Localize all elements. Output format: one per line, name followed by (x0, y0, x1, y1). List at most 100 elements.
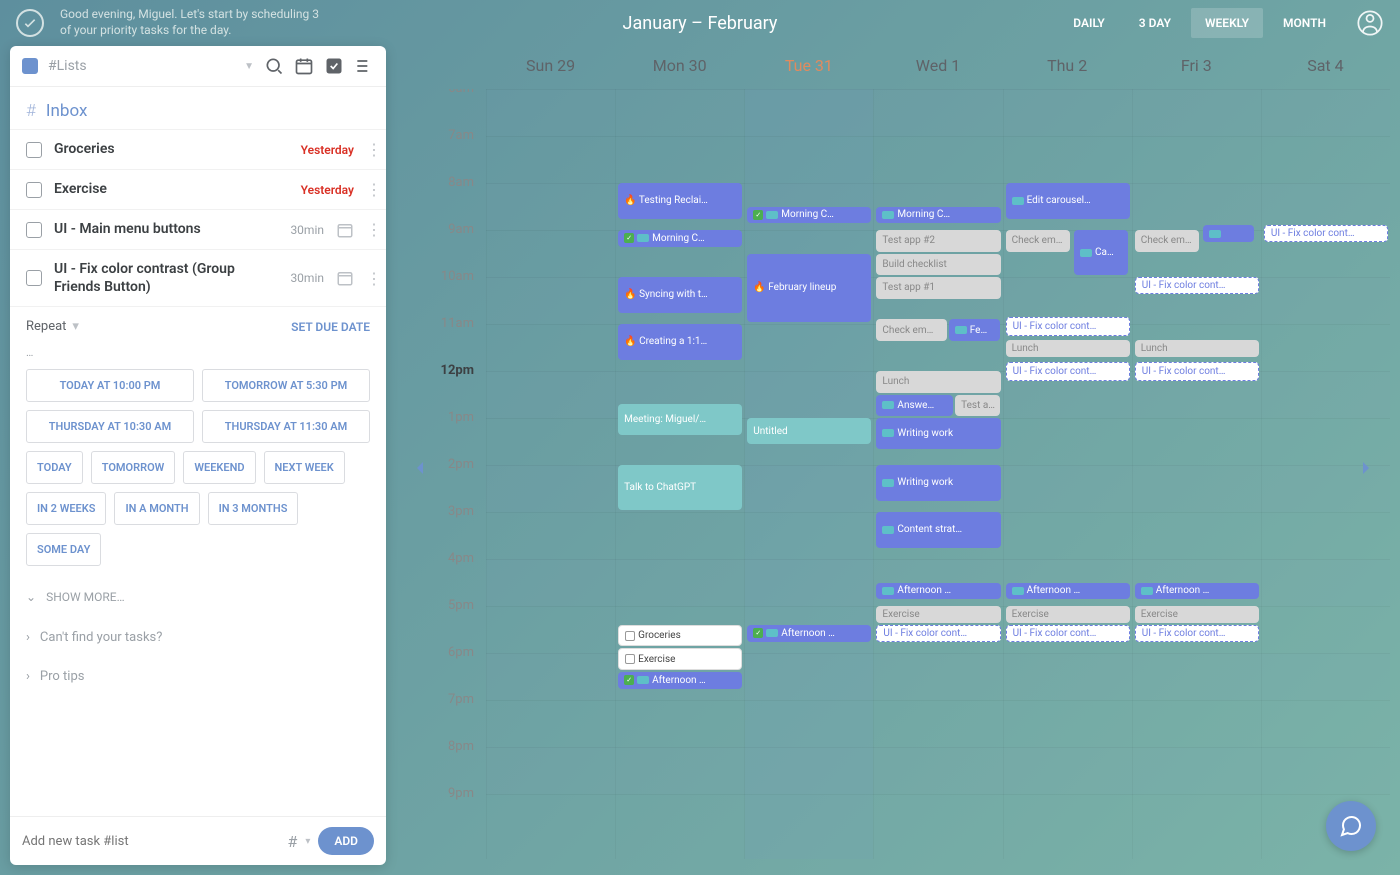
calendar-event[interactable]: 🔥 Testing Reclai… (618, 183, 742, 219)
day-column[interactable]: Edit carousel… Check em…Ca… UI - Fix color… (1003, 89, 1132, 859)
filter-icon[interactable] (354, 56, 374, 76)
hash-icon[interactable]: # (287, 832, 297, 851)
calendar-event[interactable]: Afternoon … (1006, 583, 1130, 600)
chevron-down-icon[interactable]: ▾ (72, 319, 79, 334)
chevron-down-icon[interactable]: ▾ (305, 836, 310, 847)
kebab-menu-icon[interactable]: ⋮ (366, 269, 370, 288)
calendar-event[interactable]: UI - Fix color cont… (1264, 225, 1388, 242)
calendar-event[interactable] (1203, 225, 1254, 242)
calendar-event[interactable]: UI - Fix color cont… (1006, 625, 1130, 642)
day-column[interactable] (486, 89, 615, 859)
quick-date-chip[interactable]: THURSDAY AT 10:30 AM (26, 410, 194, 443)
calendar-icon[interactable] (294, 56, 314, 76)
quick-date-chip[interactable]: TODAY AT 10:00 PM (26, 369, 194, 402)
repeat-label[interactable]: Repeat (26, 319, 66, 334)
calendar-event[interactable]: ✓Morning C… (618, 230, 742, 247)
task-checkbox[interactable] (26, 142, 42, 158)
calendar-event[interactable]: ✓Afternoon … (747, 625, 871, 642)
calendar-event[interactable]: Ca… (1074, 230, 1128, 275)
calendar-event[interactable]: Exercise (618, 648, 742, 670)
day-column[interactable]: Check em… UI - Fix color cont… Lunch UI - F… (1132, 89, 1261, 859)
show-more-button[interactable]: ⌄ SHOW MORE… (10, 576, 386, 618)
calendar-event[interactable]: Lunch (876, 371, 1000, 393)
calendar-event[interactable]: Writing work (876, 465, 1000, 501)
calendar-event[interactable]: Morning C… (876, 207, 1000, 224)
calendar-event[interactable]: Build checklist (876, 254, 1000, 276)
quick-date-chip[interactable]: IN 3 MONTHS (208, 492, 299, 525)
calendar-event[interactable]: Lunch (1006, 340, 1130, 357)
calendar-event[interactable]: Content strat… (876, 512, 1000, 548)
calendar-event[interactable]: Edit carousel… (1006, 183, 1130, 219)
day-column[interactable]: 🔥 Testing Reclai… ✓Morning C… 🔥 Syncing wi… (615, 89, 744, 859)
calendar-icon[interactable] (336, 269, 354, 287)
calendar-event[interactable]: UI - Fix color cont… (876, 625, 1000, 642)
task-checkbox[interactable] (26, 270, 42, 286)
quick-date-chip[interactable]: NEXT WEEK (264, 451, 345, 484)
calendar-event[interactable]: Answe… (876, 395, 953, 417)
chat-button[interactable] (1326, 801, 1376, 851)
dropdown-icon[interactable]: ▼ (244, 61, 254, 72)
next-week-button[interactable] (1354, 456, 1378, 480)
quick-date-chip[interactable]: IN A MONTH (114, 492, 199, 525)
calendar-event[interactable]: Check em… (876, 319, 946, 341)
calendar-event[interactable]: UI - Fix color cont… (1006, 317, 1130, 336)
quick-date-chip[interactable]: IN 2 WEEKS (26, 492, 106, 525)
quick-date-chip[interactable]: SOME DAY (26, 533, 101, 566)
view-3day-button[interactable]: 3 DAY (1125, 8, 1185, 38)
calendar-event[interactable]: UI - Fix color cont… (1135, 625, 1259, 642)
app-logo[interactable] (16, 9, 44, 37)
calendar-event[interactable]: UI - Fix color cont… (1006, 362, 1130, 381)
kebab-menu-icon[interactable]: ⋮ (366, 180, 370, 199)
task-item[interactable]: Exercise Yesterday ⋮ (10, 169, 386, 209)
task-checkbox[interactable] (26, 182, 42, 198)
help-item[interactable]: ›Can't find your tasks? (10, 618, 386, 657)
calendar-event[interactable]: ✓Morning C… (747, 207, 871, 224)
task-item[interactable]: UI - Fix color contrast (Group Friends B… (10, 249, 386, 307)
view-month-button[interactable]: MONTH (1269, 8, 1340, 38)
calendar-icon[interactable] (336, 221, 354, 239)
prev-week-button[interactable] (408, 456, 432, 480)
kebab-menu-icon[interactable]: ⋮ (366, 220, 370, 239)
calendar-event[interactable]: Lunch (1135, 340, 1259, 357)
calendar-event[interactable]: UI - Fix color cont… (1135, 362, 1259, 381)
calendar-event[interactable]: 🔥 Creating a 1:1… (618, 324, 742, 360)
calendar-event[interactable]: Afternoon … (876, 583, 1000, 600)
day-column[interactable]: Morning C…Test app #2Build checklistTest… (873, 89, 1002, 859)
calendar-event[interactable]: Test app #1 (876, 277, 1000, 299)
quick-date-chip[interactable]: WEEKEND (183, 451, 255, 484)
calendar-event[interactable]: 🔥 February lineup (747, 254, 871, 323)
calendar-event[interactable]: Writing work (876, 418, 1000, 449)
calendar-event[interactable]: ✓Afternoon … (618, 672, 742, 689)
calendar-event[interactable]: Check em… (1006, 230, 1070, 252)
calendar-event[interactable]: Afternoon … (1135, 583, 1259, 600)
calendar-event[interactable]: 🔥 Syncing with t… (618, 277, 742, 313)
calendar-event[interactable]: Test app #2 (876, 230, 1000, 252)
set-due-date-button[interactable]: SET DUE DATE (291, 320, 370, 334)
task-item[interactable]: UI - Main menu buttons 30min ⋮ (10, 209, 386, 249)
add-button[interactable]: ADD (318, 827, 374, 855)
add-task-input[interactable] (22, 834, 279, 849)
quick-date-chip[interactable]: THURSDAY AT 11:30 AM (202, 410, 370, 443)
calendar-event[interactable]: Untitled (747, 418, 871, 444)
calendar-event[interactable]: Groceries (618, 625, 742, 647)
calendar-event[interactable]: Exercise (876, 606, 1000, 623)
kebab-menu-icon[interactable]: ⋮ (366, 140, 370, 159)
view-weekly-button[interactable]: WEEKLY (1191, 8, 1263, 38)
list-name[interactable]: #Lists (48, 58, 234, 74)
calendar-event[interactable]: Talk to ChatGPT (618, 465, 742, 510)
search-icon[interactable] (264, 56, 284, 76)
day-column[interactable]: ✓Morning C… 🔥 February lineup Untitled ✓Aft… (744, 89, 873, 859)
calendar-event[interactable]: Exercise (1135, 606, 1259, 623)
task-checkbox[interactable] (26, 222, 42, 238)
check-icon[interactable] (324, 56, 344, 76)
calendar-event[interactable]: Exercise (1006, 606, 1130, 623)
profile-icon[interactable] (1356, 9, 1384, 37)
quick-date-chip[interactable]: TOMORROW AT 5:30 PM (202, 369, 370, 402)
calendar-event[interactable]: UI - Fix color cont… (1135, 277, 1259, 294)
calendar-event[interactable]: Test a… (955, 395, 1000, 417)
calendar-event[interactable]: Fe… (949, 319, 1000, 341)
calendar-event[interactable]: Meeting: Miguel/… (618, 404, 742, 435)
calendar-event[interactable]: Check em… (1135, 230, 1199, 252)
quick-date-chip[interactable]: TOMORROW (91, 451, 176, 484)
quick-date-chip[interactable]: TODAY (26, 451, 83, 484)
